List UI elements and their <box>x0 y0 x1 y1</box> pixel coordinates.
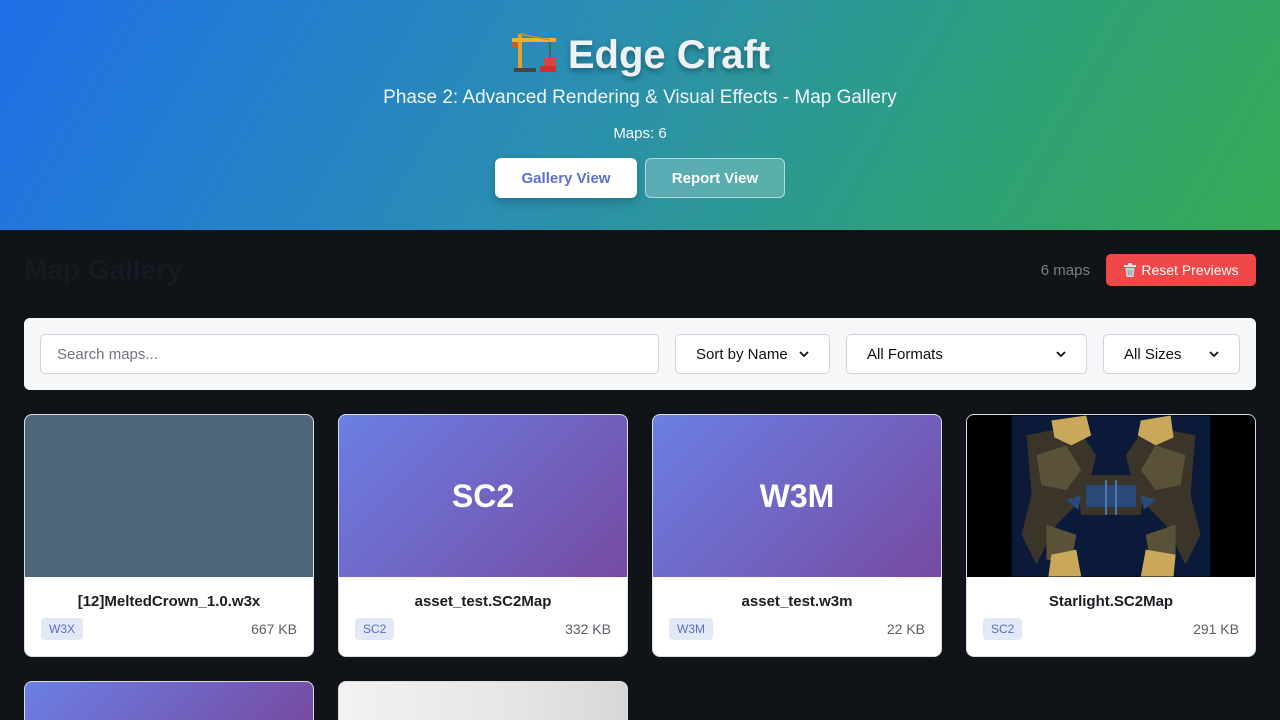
header-banner: Edge Craft Phase 2: Advanced Rendering &… <box>0 0 1280 230</box>
map-card[interactable]: Starlight.SC2Map SC2 291 KB <box>966 414 1256 657</box>
map-card[interactable]: W3M asset_test.w3m W3M 22 KB <box>652 414 942 657</box>
map-thumbnail: W3M <box>653 415 941 577</box>
app-title-text: Edge Craft <box>567 33 771 77</box>
gallery-view-button[interactable]: Gallery View <box>495 158 637 198</box>
map-size: 332 KB <box>565 621 611 637</box>
format-badge: W3X <box>41 618 84 640</box>
format-badge: SC2 <box>983 618 1023 640</box>
format-select-value: All Formats <box>867 345 943 363</box>
sort-select-value: Sort by Name <box>696 345 788 363</box>
gallery-map-count: 6 maps <box>1040 262 1090 279</box>
map-card[interactable]: [12]MeltedCrown_1.0.w3x W3X 667 KB <box>24 414 314 657</box>
map-thumbnail <box>967 415 1255 577</box>
chevron-down-icon <box>799 351 809 358</box>
crane-icon <box>511 33 556 72</box>
map-thumbnail <box>25 682 313 720</box>
map-card[interactable] <box>338 681 628 720</box>
map-name: asset_test.w3m <box>741 593 853 610</box>
map-thumbnail: SC2 <box>339 415 627 577</box>
map-name: [12]MeltedCrown_1.0.w3x <box>77 593 261 610</box>
format-select[interactable]: All Formats <box>846 334 1087 374</box>
map-card[interactable]: SC2 asset_test.SC2Map SC2 332 KB <box>338 414 628 657</box>
map-card[interactable] <box>24 681 314 720</box>
chevron-down-icon <box>1056 351 1066 358</box>
app-title: Edge Craft <box>0 32 1280 78</box>
report-view-button[interactable]: Report View <box>645 158 785 198</box>
map-thumbnail <box>25 415 313 577</box>
size-select-value: All Sizes <box>1124 345 1182 363</box>
map-thumbnail <box>339 682 627 720</box>
maps-count: Maps: 6 <box>613 125 667 142</box>
app-subtitle: Phase 2: Advanced Rendering & Visual Eff… <box>383 87 897 108</box>
filter-toolbar: Sort by Name All Formats All Sizes <box>24 318 1256 390</box>
reset-previews-button[interactable]: Reset Previews <box>1106 254 1256 286</box>
chevron-down-icon <box>1209 351 1219 358</box>
format-badge: W3M <box>669 618 713 640</box>
map-size: 667 KB <box>251 621 297 637</box>
map-size: 22 KB <box>886 621 925 637</box>
map-preview-image <box>967 415 1255 577</box>
map-name: asset_test.SC2Map <box>414 593 552 610</box>
reset-previews-label: Reset Previews <box>1141 262 1239 278</box>
trash-icon <box>1124 262 1137 277</box>
map-size: 291 KB <box>1193 621 1239 637</box>
format-badge: SC2 <box>355 618 395 640</box>
gallery-title: Map Gallery <box>24 254 183 285</box>
sort-select[interactable]: Sort by Name <box>675 334 830 374</box>
map-name: Starlight.SC2Map <box>1048 593 1174 610</box>
search-input[interactable] <box>40 334 659 374</box>
size-select[interactable]: All Sizes <box>1103 334 1240 374</box>
